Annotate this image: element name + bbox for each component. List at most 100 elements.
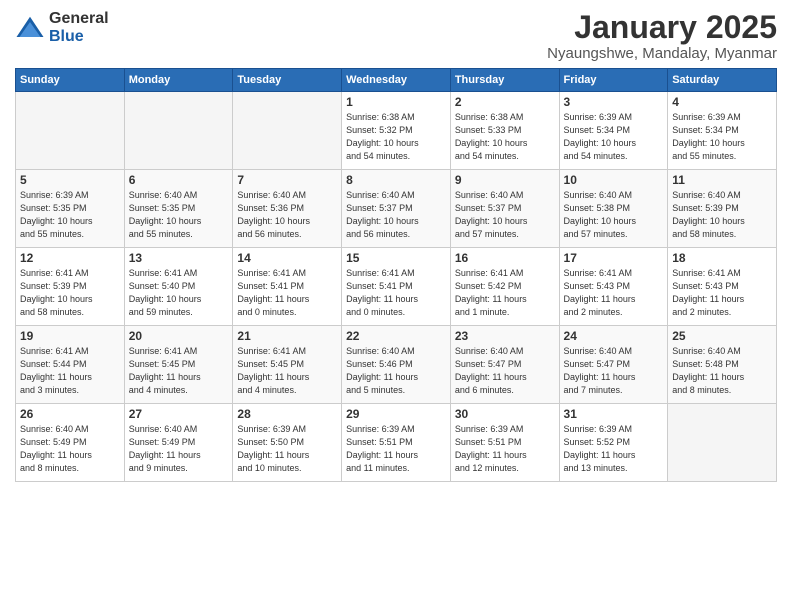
day-number: 26 [20,407,120,421]
calendar-cell: 5 Sunrise: 6:39 AMSunset: 5:35 PMDaylight… [16,170,125,248]
day-number: 28 [237,407,337,421]
calendar-cell: 23Sunrise: 6:40 AMSunset: 5:47 PMDayligh… [450,326,559,404]
day-info: Sunrise: 6:41 AMSunset: 5:41 PMDaylight:… [237,267,337,319]
day-number: 5 [20,173,120,187]
calendar-week-5: 26 Sunrise: 6:40 AMSunset: 5:49 PMDayligh… [16,404,777,482]
calendar-cell: 25 Sunrise: 6:40 AMSunset: 5:48 PMDayligh… [668,326,777,404]
calendar-week-2: 5 Sunrise: 6:39 AMSunset: 5:35 PMDaylight… [16,170,777,248]
page: General Blue January 2025 Nyaungshwe, Ma… [0,0,792,612]
day-info: Sunrise: 6:39 AMSunset: 5:34 PMDaylight:… [564,111,664,163]
day-number: 16 [455,251,555,265]
calendar-cell: 27 Sunrise: 6:40 AMSunset: 5:49 PMDayligh… [124,404,233,482]
day-info: Sunrise: 6:41 AMSunset: 5:41 PMDaylight:… [346,267,446,319]
header-friday: Friday [559,69,668,92]
day-number: 4 [672,95,772,109]
day-number: 15 [346,251,446,265]
calendar-cell: 8Sunrise: 6:40 AMSunset: 5:37 PMDaylight… [342,170,451,248]
calendar-week-3: 12 Sunrise: 6:41 AMSunset: 5:39 PMDayligh… [16,248,777,326]
day-number: 27 [129,407,229,421]
day-number: 10 [564,173,664,187]
day-info: Sunrise: 6:39 AMSunset: 5:52 PMDaylight:… [564,423,664,475]
title-section: January 2025 Nyaungshwe, Mandalay, Myanm… [547,10,777,62]
calendar-cell: 10 Sunrise: 6:40 AMSunset: 5:38 PMDayligh… [559,170,668,248]
day-number: 3 [564,95,664,109]
day-info: Sunrise: 6:38 AMSunset: 5:33 PMDaylight:… [455,111,555,163]
calendar-cell: 30Sunrise: 6:39 AMSunset: 5:51 PMDayligh… [450,404,559,482]
header-saturday: Saturday [668,69,777,92]
day-info: Sunrise: 6:40 AMSunset: 5:39 PMDaylight:… [672,189,772,241]
calendar-cell: 28 Sunrise: 6:39 AMSunset: 5:50 PMDayligh… [233,404,342,482]
day-info: Sunrise: 6:40 AMSunset: 5:47 PMDaylight:… [564,345,664,397]
day-info: Sunrise: 6:40 AMSunset: 5:38 PMDaylight:… [564,189,664,241]
day-info: Sunrise: 6:41 AMSunset: 5:40 PMDaylight:… [129,267,229,319]
day-info: Sunrise: 6:39 AMSunset: 5:51 PMDaylight:… [455,423,555,475]
day-info: Sunrise: 6:41 AMSunset: 5:43 PMDaylight:… [564,267,664,319]
day-info: Sunrise: 6:40 AMSunset: 5:36 PMDaylight:… [237,189,337,241]
day-number: 18 [672,251,772,265]
day-number: 6 [129,173,229,187]
day-info: Sunrise: 6:39 AMSunset: 5:35 PMDaylight:… [20,189,120,241]
calendar-cell: 9Sunrise: 6:40 AMSunset: 5:37 PMDaylight… [450,170,559,248]
calendar-cell: 20Sunrise: 6:41 AMSunset: 5:45 PMDayligh… [124,326,233,404]
calendar-week-1: 1Sunrise: 6:38 AMSunset: 5:32 PMDaylight… [16,92,777,170]
calendar-cell [16,92,125,170]
day-info: Sunrise: 6:40 AMSunset: 5:35 PMDaylight:… [129,189,229,241]
calendar-cell: 2 Sunrise: 6:38 AMSunset: 5:33 PMDaylight… [450,92,559,170]
day-info: Sunrise: 6:40 AMSunset: 5:48 PMDaylight:… [672,345,772,397]
calendar-cell: 19 Sunrise: 6:41 AMSunset: 5:44 PMDayligh… [16,326,125,404]
day-number: 25 [672,329,772,343]
day-number: 2 [455,95,555,109]
day-info: Sunrise: 6:39 AMSunset: 5:51 PMDaylight:… [346,423,446,475]
header-sunday: Sunday [16,69,125,92]
day-info: Sunrise: 6:41 AMSunset: 5:45 PMDaylight:… [129,345,229,397]
calendar-cell: 6 Sunrise: 6:40 AMSunset: 5:35 PMDaylight… [124,170,233,248]
calendar-cell: 3 Sunrise: 6:39 AMSunset: 5:34 PMDaylight… [559,92,668,170]
day-info: Sunrise: 6:40 AMSunset: 5:46 PMDaylight:… [346,345,446,397]
day-number: 1 [346,95,446,109]
day-number: 21 [237,329,337,343]
header-monday: Monday [124,69,233,92]
month-title: January 2025 [547,10,777,45]
day-info: Sunrise: 6:40 AMSunset: 5:37 PMDaylight:… [346,189,446,241]
day-number: 24 [564,329,664,343]
calendar-cell: 17Sunrise: 6:41 AMSunset: 5:43 PMDayligh… [559,248,668,326]
header-tuesday: Tuesday [233,69,342,92]
calendar-cell: 11 Sunrise: 6:40 AMSunset: 5:39 PMDayligh… [668,170,777,248]
location-title: Nyaungshwe, Mandalay, Myanmar [547,45,777,62]
day-number: 12 [20,251,120,265]
day-number: 23 [455,329,555,343]
calendar-cell: 4Sunrise: 6:39 AMSunset: 5:34 PMDaylight… [668,92,777,170]
weekday-header-row: Sunday Monday Tuesday Wednesday Thursday… [16,69,777,92]
day-number: 13 [129,251,229,265]
calendar-cell [124,92,233,170]
day-info: Sunrise: 6:41 AMSunset: 5:39 PMDaylight:… [20,267,120,319]
day-number: 11 [672,173,772,187]
calendar-cell: 15 Sunrise: 6:41 AMSunset: 5:41 PMDayligh… [342,248,451,326]
day-info: Sunrise: 6:40 AMSunset: 5:49 PMDaylight:… [129,423,229,475]
logo: General Blue [15,10,109,45]
day-info: Sunrise: 6:41 AMSunset: 5:42 PMDaylight:… [455,267,555,319]
day-info: Sunrise: 6:41 AMSunset: 5:43 PMDaylight:… [672,267,772,319]
day-info: Sunrise: 6:39 AMSunset: 5:50 PMDaylight:… [237,423,337,475]
calendar-cell: 31 Sunrise: 6:39 AMSunset: 5:52 PMDayligh… [559,404,668,482]
calendar-cell: 1Sunrise: 6:38 AMSunset: 5:32 PMDaylight… [342,92,451,170]
logo-icon [15,13,45,43]
day-number: 19 [20,329,120,343]
logo-text: General Blue [49,10,109,45]
day-number: 29 [346,407,446,421]
calendar-cell: 26 Sunrise: 6:40 AMSunset: 5:49 PMDayligh… [16,404,125,482]
calendar-cell [668,404,777,482]
calendar-cell: 14 Sunrise: 6:41 AMSunset: 5:41 PMDayligh… [233,248,342,326]
day-number: 14 [237,251,337,265]
calendar-cell: 24 Sunrise: 6:40 AMSunset: 5:47 PMDayligh… [559,326,668,404]
calendar-cell [233,92,342,170]
header-wednesday: Wednesday [342,69,451,92]
calendar-cell: 18 Sunrise: 6:41 AMSunset: 5:43 PMDayligh… [668,248,777,326]
header-thursday: Thursday [450,69,559,92]
day-number: 22 [346,329,446,343]
day-info: Sunrise: 6:40 AMSunset: 5:49 PMDaylight:… [20,423,120,475]
calendar-cell: 7Sunrise: 6:40 AMSunset: 5:36 PMDaylight… [233,170,342,248]
day-info: Sunrise: 6:41 AMSunset: 5:44 PMDaylight:… [20,345,120,397]
day-number: 31 [564,407,664,421]
calendar-cell: 29 Sunrise: 6:39 AMSunset: 5:51 PMDayligh… [342,404,451,482]
